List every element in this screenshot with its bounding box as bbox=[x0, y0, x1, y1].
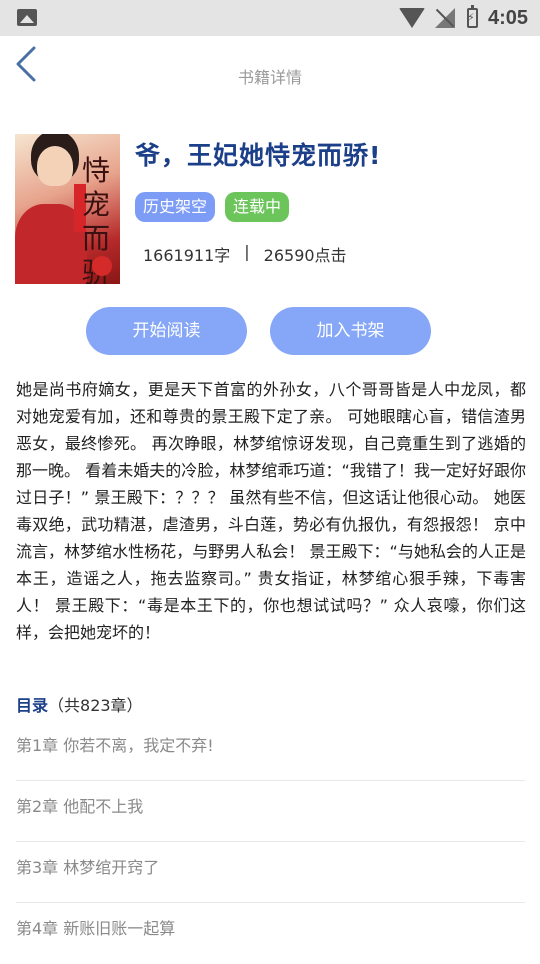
no-signal-icon bbox=[434, 8, 455, 28]
add-to-bookshelf-button[interactable]: 加入书架 bbox=[270, 307, 431, 355]
battery-charging-icon bbox=[466, 5, 478, 28]
book-title: 爷，王妃她恃宠而骄! bbox=[135, 141, 382, 170]
start-reading-button[interactable]: 开始阅读 bbox=[86, 307, 247, 355]
action-buttons: 开始阅读 加入书架 bbox=[0, 307, 540, 355]
status-bar: 4:05 bbox=[0, 0, 540, 36]
chapter-item[interactable]: 第3章 林梦绾开窍了 bbox=[16, 842, 525, 903]
book-description: 她是尚书府嫡女，更是天下首富的外孙女，八个哥哥皆是人中龙凤，都对她宠爱有加，还和… bbox=[16, 380, 526, 642]
book-cover[interactable]: 恃宠而骄 bbox=[15, 134, 120, 284]
status-badge: 连载中 bbox=[225, 192, 290, 222]
status-time: 4:05 bbox=[487, 6, 528, 29]
status-indicators: 4:05 bbox=[398, 0, 528, 36]
click-count: 26590点击 bbox=[263, 246, 347, 265]
wifi-icon bbox=[398, 8, 425, 28]
genre-badge: 历史架空 bbox=[135, 192, 216, 222]
toc-chapter-count: （共823章） bbox=[48, 696, 143, 715]
word-count: 1661911字 bbox=[143, 246, 231, 265]
toc-header[interactable]: 目录（共823章） bbox=[16, 692, 143, 716]
chapter-item[interactable]: 第1章 你若不离，我定不弃! bbox=[16, 720, 525, 781]
image-notification-icon bbox=[17, 9, 37, 26]
chapter-list: 第1章 你若不离，我定不弃! 第2章 他配不上我 第3章 林梦绾开窍了 第4章 … bbox=[16, 720, 525, 964]
chapter-item[interactable]: 第4章 新账旧账一起算 bbox=[16, 903, 525, 964]
book-tags: 历史架空 连载中 bbox=[135, 192, 290, 222]
toc-label: 目录 bbox=[16, 696, 49, 715]
stats-separator: | bbox=[244, 242, 250, 261]
chapter-item[interactable]: 第2章 他配不上我 bbox=[16, 781, 525, 842]
cover-apple-decoration bbox=[92, 256, 112, 276]
header: 书籍详情 bbox=[0, 36, 540, 112]
book-stats: 1661911字 | 26590点击 bbox=[143, 242, 347, 266]
page-title: 书籍详情 bbox=[237, 68, 302, 87]
